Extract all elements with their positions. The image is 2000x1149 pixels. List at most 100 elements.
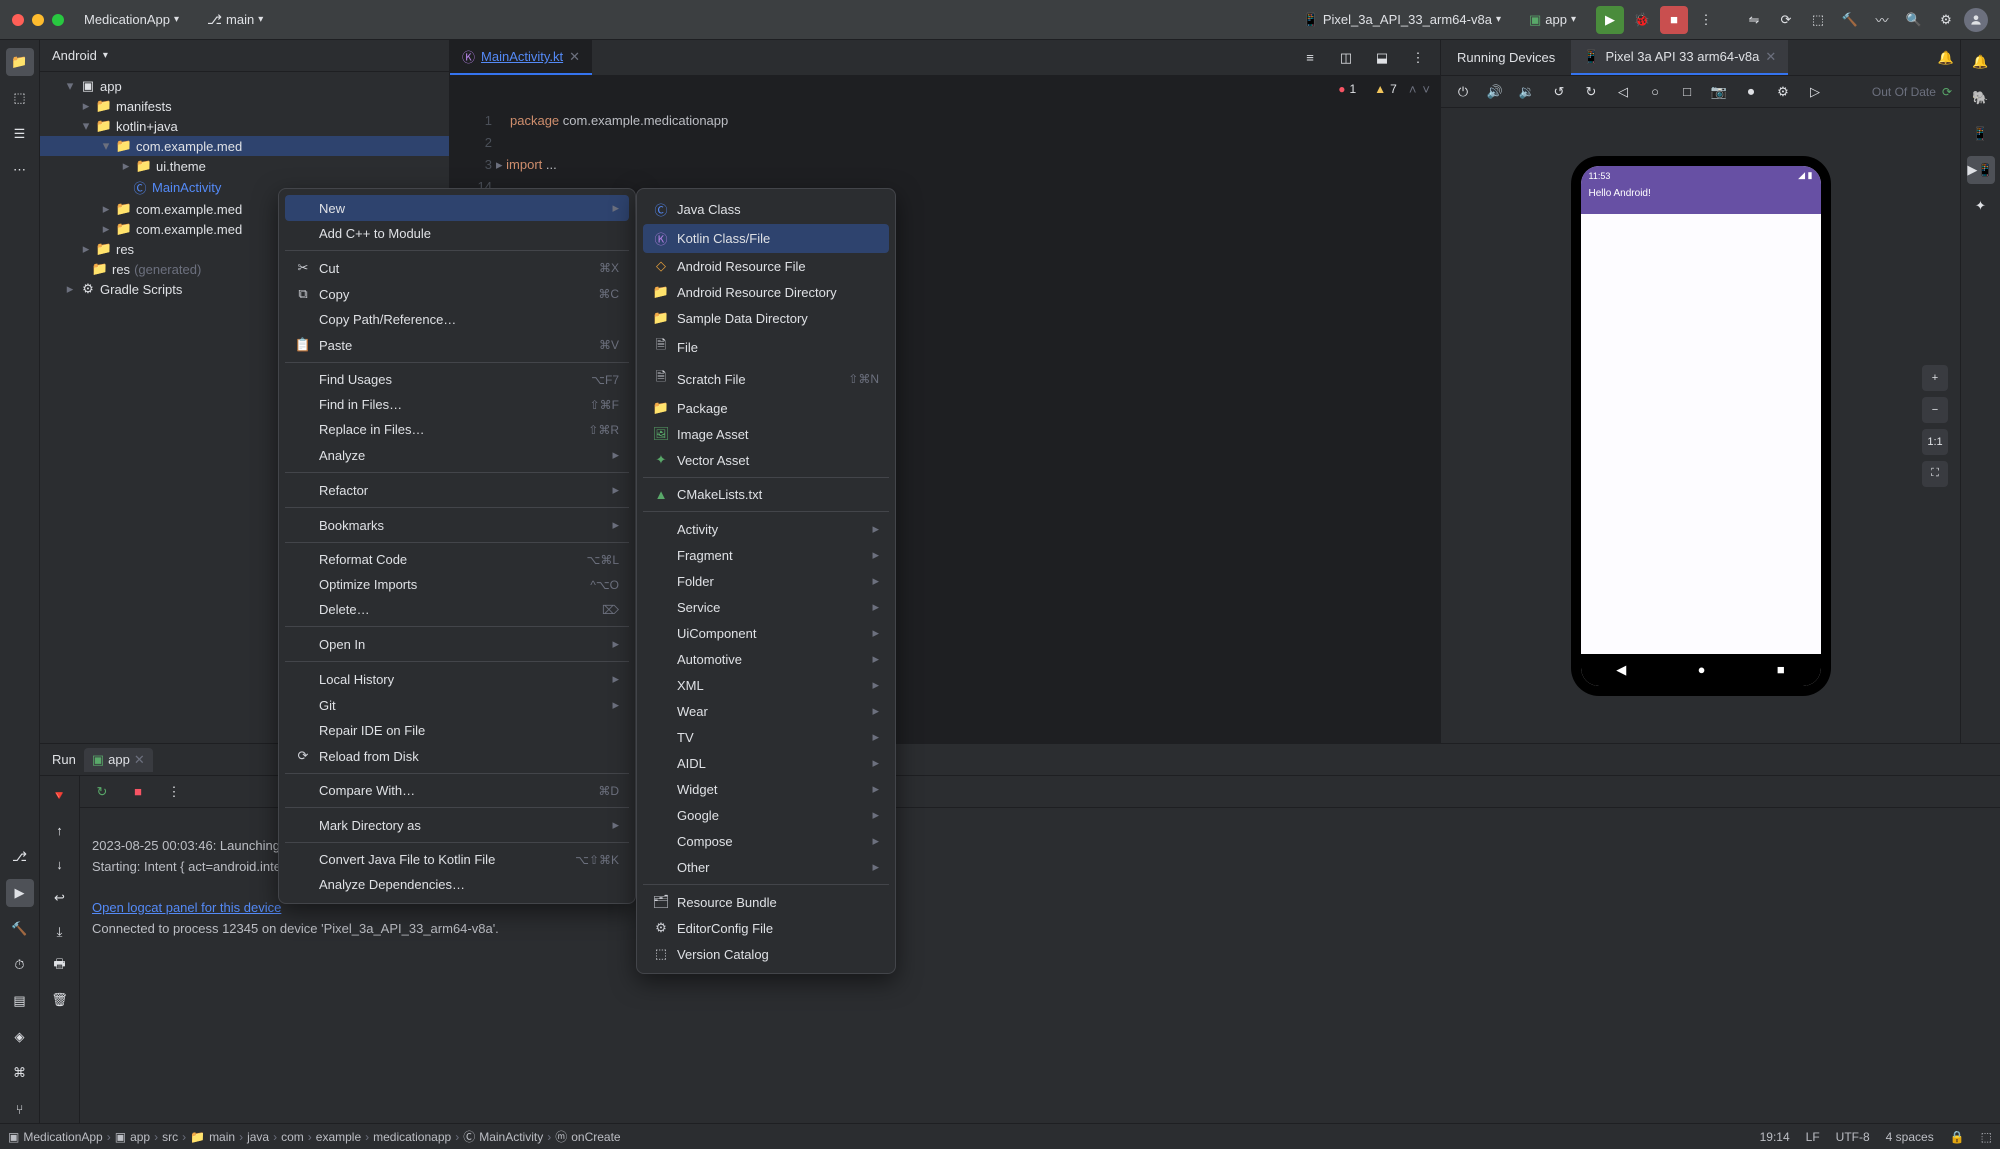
menu-aidl[interactable]: AIDL▸ [643,750,889,776]
menu-automotive[interactable]: Automotive▸ [643,646,889,672]
screenshot-icon[interactable]: 📷 [1705,78,1733,106]
build-tool-button[interactable]: 🔨 [6,915,34,943]
menu-android-resource-file[interactable]: ◇Android Resource File [643,253,889,279]
overview-icon[interactable]: □ [1673,78,1701,106]
split-down-icon[interactable]: ⬓ [1368,44,1396,72]
reader-mode-icon[interactable]: ≡ [1296,44,1324,72]
menu-cmakelists[interactable]: ▲CMakeLists.txt [643,482,889,507]
account-avatar[interactable] [1964,8,1988,32]
project-tool-button[interactable]: 📁 [6,48,34,76]
branch-selector[interactable]: ⎇ main ▾ [199,8,271,32]
run-button[interactable]: ▶ [1596,6,1624,34]
phone-screen[interactable]: 11:53 ◢ ▮ Hello Android! ◀ ● ■ [1581,166,1821,686]
menu-analyze[interactable]: Analyze▸ [285,442,629,468]
notifications-icon[interactable]: 🔔 [1932,44,1960,72]
close-device-tab-icon[interactable]: ✕ [1765,49,1776,65]
notifications-tool-button[interactable]: 🔔 [1967,48,1995,76]
menu-refactor[interactable]: Refactor▸ [285,477,629,503]
menu-xml[interactable]: XML▸ [643,672,889,698]
tree-item-app[interactable]: ▾▣app [40,76,449,96]
phone-overview-icon[interactable]: ■ [1777,662,1785,677]
back-icon[interactable]: ◁ [1609,78,1637,106]
split-right-icon[interactable]: ◫ [1332,44,1360,72]
gradle-tool-button[interactable]: 🐘 [1967,84,1995,112]
file-encoding[interactable]: UTF-8 [1836,1130,1870,1144]
device-manager-button[interactable]: 📱 [1967,120,1995,148]
menu-optimize-imports[interactable]: Optimize Imports^⌥O [285,572,629,597]
close-tab-icon[interactable]: ✕ [569,49,580,65]
record-icon[interactable]: ⏺ [1737,78,1765,106]
menu-service[interactable]: Service▸ [643,594,889,620]
more-actions[interactable]: ⋮ [1692,6,1720,34]
open-logcat-link[interactable]: Open logcat panel for this device [92,900,281,915]
run-more-icon[interactable]: ⋮ [160,778,188,806]
zoom-11-button[interactable]: 1:1 [1922,429,1948,455]
sync-icon[interactable]: ⟳ [1772,6,1800,34]
zoom-in-button[interactable]: + [1922,365,1948,391]
rerun-icon[interactable]: ↻ [88,778,116,806]
menu-google[interactable]: Google▸ [643,802,889,828]
menu-editorconfig[interactable]: ⚙EditorConfig File [643,915,889,941]
line-separator[interactable]: LF [1806,1130,1820,1144]
rotate-right-icon[interactable]: ↻ [1577,78,1605,106]
crumb[interactable]: example [316,1130,361,1144]
menu-find-usages[interactable]: Find Usages⌥F7 [285,367,629,392]
prev-highlight-icon[interactable]: ˄ [1409,82,1417,97]
menu-kotlin-class[interactable]: ⓀKotlin Class/File [643,224,889,253]
menu-wear[interactable]: Wear▸ [643,698,889,724]
project-selector[interactable]: MedicationApp ▾ [76,8,187,31]
menu-uicomponent[interactable]: UiComponent▸ [643,620,889,646]
menu-android-resource-dir[interactable]: 📁Android Resource Directory [643,279,889,305]
crumb[interactable]: ⓜ onCreate [555,1128,620,1145]
close-window[interactable] [12,14,24,26]
crumb[interactable]: medicationapp [373,1130,451,1144]
menu-compose[interactable]: Compose▸ [643,828,889,854]
menu-delete[interactable]: Delete…⌦ [285,597,629,622]
build-icon[interactable]: 🔨 [1836,6,1864,34]
menu-version-catalog[interactable]: ⬚Version Catalog [643,941,889,967]
menu-copy-path[interactable]: Copy Path/Reference… [285,307,629,332]
scroll-end-icon[interactable]: ⤓ [46,918,74,946]
menu-bookmarks[interactable]: Bookmarks▸ [285,512,629,538]
run-tab-app[interactable]: ▣ app ✕ [84,748,153,772]
crumb[interactable]: ▣ MedicationApp [8,1130,103,1144]
soft-wrap-icon[interactable]: ↩ [46,884,74,912]
menu-copy[interactable]: ⧉Copy⌘C [285,281,629,307]
tree-item-kotlin-java[interactable]: ▾📁kotlin+java [40,116,449,136]
menu-cut[interactable]: ✂Cut⌘X [285,255,629,281]
tree-item-manifests[interactable]: ▸📁manifests [40,96,449,116]
volume-down-icon[interactable]: 🔉 [1513,78,1541,106]
next-icon[interactable]: ▷ [1801,78,1829,106]
crumb[interactable]: 📁 main [190,1130,235,1144]
menu-replace-in-files[interactable]: Replace in Files…⇧⌘R [285,417,629,442]
menu-find-in-files[interactable]: Find in Files…⇧⌘F [285,392,629,417]
menu-resource-bundle[interactable]: 🗂Resource Bundle [643,889,889,915]
zoom-fit-button[interactable]: ⛶ [1922,461,1948,487]
terminal-tool-button[interactable]: ⌘ [6,1059,34,1087]
crumb[interactable]: com [281,1130,304,1144]
crumb[interactable]: ▣ app [115,1130,150,1144]
menu-mark-directory[interactable]: Mark Directory as▸ [285,812,629,838]
stop-icon[interactable]: ■ [124,778,152,806]
menu-local-history[interactable]: Local History▸ [285,666,629,692]
tree-item-ui-theme[interactable]: ▸📁ui.theme [40,156,449,176]
device-tab[interactable]: 📱 Pixel 3a API 33 arm64-v8a ✕ [1571,40,1788,75]
menu-tv[interactable]: TV▸ [643,724,889,750]
menu-activity[interactable]: Activity▸ [643,516,889,542]
search-icon[interactable]: 🔍 [1900,6,1928,34]
menu-new[interactable]: New▸ [285,195,629,221]
crumb[interactable]: Ⓒ MainActivity [463,1128,543,1145]
menu-open-in[interactable]: Open In▸ [285,631,629,657]
minimize-window[interactable] [32,14,44,26]
structure-tool-button[interactable]: ☰ [6,120,34,148]
menu-reformat[interactable]: Reformat Code⌥⌘L [285,547,629,572]
settings-icon[interactable]: ⚙ [1932,6,1960,34]
zoom-out-button[interactable]: − [1922,397,1948,423]
settings-icon[interactable]: ⚙ [1769,78,1797,106]
more-tools-button[interactable]: ⋯ [6,156,34,184]
menu-sample-data-dir[interactable]: 📁Sample Data Directory [643,305,889,331]
menu-file[interactable]: 🗎File [643,331,889,363]
indent-settings[interactable]: 4 spaces [1886,1130,1934,1144]
code-with-me-icon[interactable]: ⇋ [1740,6,1768,34]
profiler-icon[interactable]: 〰 [1868,6,1896,34]
